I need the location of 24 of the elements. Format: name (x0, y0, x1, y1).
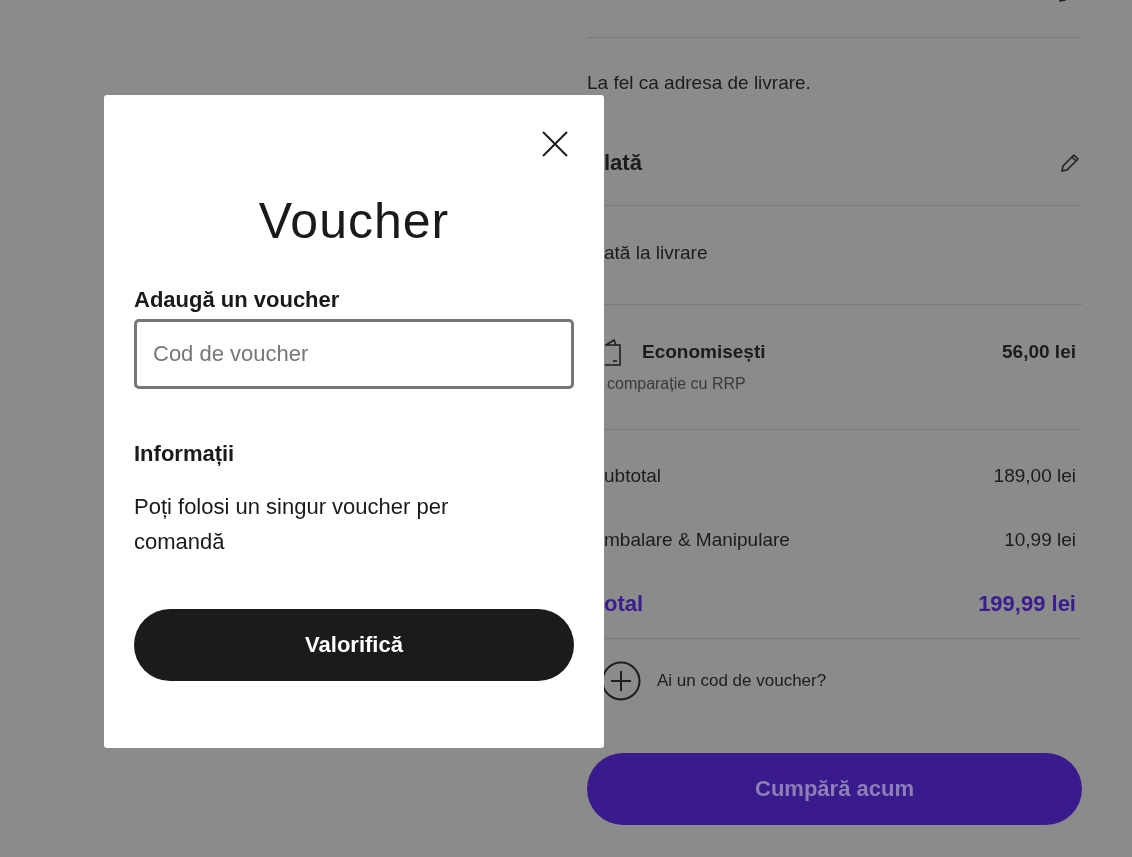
info-text: Poți folosi un singur voucher per comandă (134, 493, 450, 556)
savings-amount: 56,00 lei (1002, 341, 1076, 363)
summary-label: otal (603, 591, 644, 617)
billing-address-note: La fel ca adresa de livrare. (587, 72, 812, 94)
dialog-title: Voucher (257, 192, 451, 251)
summary-value: 199,99 lei (978, 591, 1076, 617)
wallet-icon (604, 337, 622, 367)
close-icon[interactable] (541, 130, 569, 158)
savings-label: Economisești (642, 341, 766, 363)
summary-label: mbalare & Manipulare (603, 529, 790, 551)
plus-circle-icon[interactable] (601, 661, 641, 701)
info-heading: Informații (134, 441, 236, 467)
voucher-code-field[interactable]: Cod de voucher (134, 319, 574, 389)
summary-value: 189,00 lei (993, 465, 1076, 487)
summary-value: 10,99 lei (1004, 529, 1076, 551)
savings-note: comparație cu RRP (606, 375, 747, 393)
pencil-icon[interactable] (1058, 151, 1082, 175)
summary-label: ubtotal (603, 465, 662, 487)
buy-now-button[interactable]: Cumpără acum (587, 753, 1082, 825)
payment-method: ată la livrare (603, 242, 709, 264)
voucher-link[interactable]: Ai un cod de voucher? (657, 671, 827, 691)
redeem-button[interactable]: Valorifică (134, 609, 574, 681)
field-label: Adaugă un voucher (134, 287, 341, 313)
section-heading: lată (603, 150, 642, 176)
